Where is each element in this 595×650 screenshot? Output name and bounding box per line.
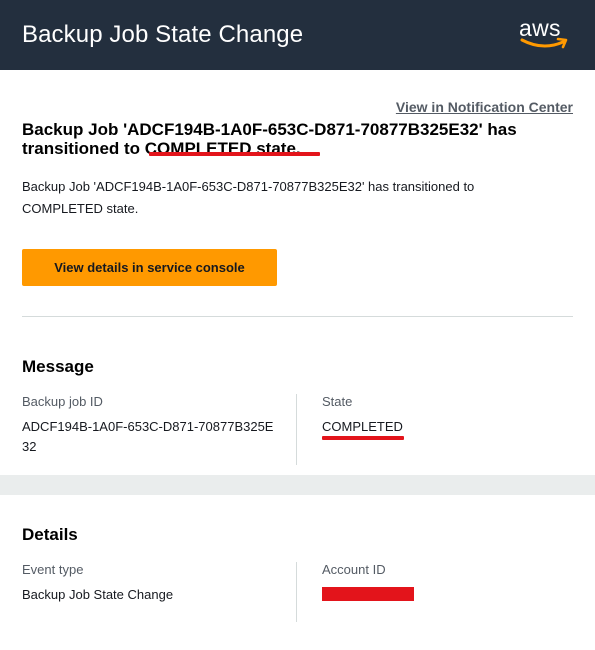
backup-job-id-field: Backup job ID ADCF194B-1A0F-653C-D871-70… <box>22 394 297 465</box>
body-text: Backup Job 'ADCF194B-1A0F-653C-D871-7087… <box>22 179 475 216</box>
page-title: Backup Job State Change <box>22 21 304 48</box>
aws-smile-icon <box>520 37 568 49</box>
highlight-underline <box>149 152 320 156</box>
aws-logo: aws <box>519 15 573 51</box>
notification-link-row: View in Notification Center <box>22 70 573 126</box>
details-title: Details <box>22 525 78 544</box>
event-type-value: Backup Job State Change <box>22 587 174 602</box>
email-header: Backup Job State Change aws <box>0 0 595 70</box>
message-title: Message <box>22 357 94 376</box>
event-type-field: Event type Backup Job State Change <box>22 562 297 622</box>
details-section: Details Event type Backup Job State Chan… <box>0 495 595 622</box>
redacted-account-id <box>322 587 414 601</box>
event-type-label: Event type <box>22 562 84 577</box>
state-label: State <box>322 394 353 409</box>
message-section: Message Backup job ID ADCF194B-1A0F-653C… <box>0 317 595 465</box>
details-fields: Event type Backup Job State Change Accou… <box>22 562 573 622</box>
view-notification-center-link[interactable]: View in Notification Center <box>396 99 573 115</box>
headline-block: Backup Job 'ADCF194B-1A0F-653C-D871-7087… <box>22 120 573 180</box>
message-fields: Backup job ID ADCF194B-1A0F-653C-D871-70… <box>22 394 573 465</box>
section-separator-band <box>0 475 595 495</box>
view-details-button[interactable]: View details in service console <box>22 249 277 286</box>
state-value: COMPLETED <box>322 419 403 434</box>
backup-job-id-value: ADCF194B-1A0F-653C-D871-70877B325E32 <box>22 419 274 454</box>
backup-job-id-label: Backup job ID <box>22 394 103 409</box>
intro-section: View in Notification Center Backup Job '… <box>0 70 595 317</box>
account-id-label: Account ID <box>322 562 386 577</box>
state-field: State COMPLETED <box>297 394 572 465</box>
account-id-field: Account ID <box>297 562 572 622</box>
